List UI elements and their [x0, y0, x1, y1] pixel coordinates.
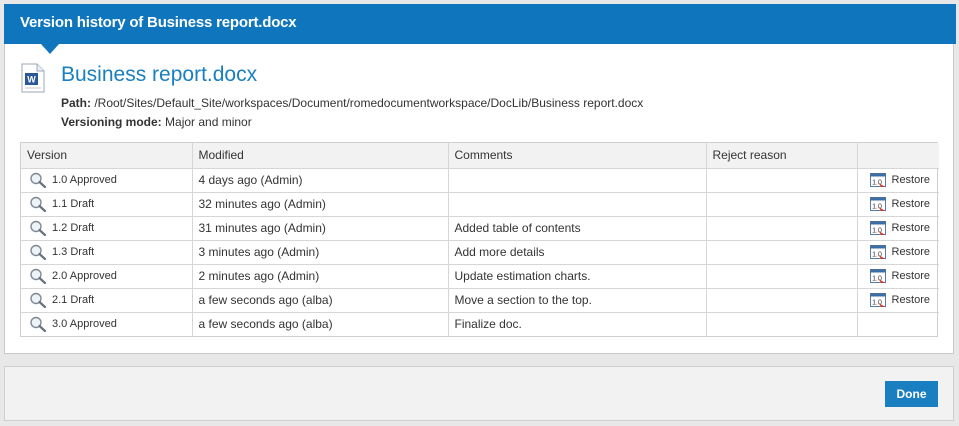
title-pointer	[41, 44, 59, 54]
comments-cell: Move a section to the top.	[448, 288, 707, 313]
restore-version-icon: 1.0	[869, 220, 886, 235]
version-history-dialog: Version history of Business report.docx …	[4, 4, 956, 354]
actions-cell: 1.0 Restore	[857, 192, 939, 217]
version-cell: 1.3 Draft	[21, 240, 193, 265]
restore-version-icon: 1.0	[869, 292, 886, 307]
reject-reason-cell	[706, 216, 858, 241]
restore-version-icon: 1.0	[869, 172, 886, 187]
version-cell: 3.0 Approved	[21, 312, 193, 336]
column-header-comments: Comments	[448, 143, 707, 169]
actions-cell: 1.0 Restore	[857, 240, 939, 265]
dialog-title: Version history of Business report.docx	[4, 4, 956, 44]
restore-button[interactable]: 1.0 Restore	[864, 172, 934, 188]
modified-cell: 2 minutes ago (Admin)	[192, 264, 449, 289]
table-row: 2.0 Approved 2 minutes ago (Admin) Update …	[21, 264, 939, 289]
restore-button[interactable]: 1.0 Restore	[864, 220, 934, 236]
table-row: 2.1 Draft a few seconds ago (alba) Move a …	[21, 288, 939, 313]
column-header-modified: Modified	[192, 143, 449, 169]
reject-reason-cell	[706, 312, 858, 336]
restore-button[interactable]: 1.0 Restore	[864, 196, 934, 212]
table-row: 1.0 Approved 4 days ago (Admin) 1.0 Restore	[21, 168, 939, 193]
restore-button[interactable]: 1.0 Restore	[864, 268, 934, 284]
reject-reason-cell	[706, 288, 858, 313]
magnifier-icon[interactable]	[29, 244, 47, 260]
version-table: Version Modified Comments Reject reason …	[20, 142, 939, 337]
document-path: Path: /Root/Sites/Default_Site/workspace…	[61, 96, 643, 110]
comments-cell	[448, 192, 707, 217]
table-row: 3.0 Approved a few seconds ago (alba) Fina…	[21, 312, 939, 336]
magnifier-icon[interactable]	[29, 316, 47, 333]
version-label: 1.0 Approved	[52, 174, 117, 186]
modified-cell: 3 minutes ago (Admin)	[192, 240, 449, 265]
dialog-footer: Done	[4, 366, 954, 421]
modified-cell: 31 minutes ago (Admin)	[192, 216, 449, 241]
table-row: 1.2 Draft 31 minutes ago (Admin) Added tab…	[21, 216, 939, 241]
word-document-icon: W	[21, 63, 45, 93]
magnifier-icon[interactable]	[29, 268, 47, 284]
magnifier-icon[interactable]	[29, 196, 47, 212]
restore-label: Restore	[891, 198, 931, 210]
comments-cell	[448, 168, 707, 193]
mode-label: Versioning mode:	[61, 115, 162, 129]
mode-value: Major and minor	[161, 115, 252, 129]
actions-cell: 1.0 Restore	[857, 288, 939, 313]
reject-reason-cell	[706, 168, 858, 193]
table-row: 1.3 Draft 3 minutes ago (Admin) Add more d…	[21, 240, 939, 265]
version-cell: 2.0 Approved	[21, 264, 193, 289]
magnifier-icon[interactable]	[29, 292, 47, 308]
version-label: 1.2 Draft	[52, 222, 95, 234]
column-header-actions	[857, 143, 939, 169]
restore-version-icon: 1.0	[869, 268, 886, 283]
restore-label: Restore	[891, 270, 931, 282]
modified-cell: a few seconds ago (alba)	[192, 312, 449, 336]
version-label: 2.0 Approved	[52, 270, 117, 282]
version-label: 1.3 Draft	[52, 246, 95, 258]
restore-version-icon: 1.0	[869, 196, 886, 211]
restore-label: Restore	[891, 246, 931, 258]
magnifier-icon[interactable]	[29, 172, 47, 188]
restore-button[interactable]: 1.0 Restore	[864, 292, 934, 308]
comments-cell: Update estimation charts.	[448, 264, 707, 289]
modified-cell: 4 days ago (Admin)	[192, 168, 449, 193]
reject-reason-cell	[706, 264, 858, 289]
reject-reason-cell	[706, 240, 858, 265]
modified-cell: 32 minutes ago (Admin)	[192, 192, 449, 217]
version-label: 3.0 Approved	[52, 318, 117, 331]
versioning-mode: Versioning mode: Major and minor	[61, 115, 252, 129]
actions-cell: 1.0 Restore	[857, 216, 939, 241]
path-value: /Root/Sites/Default_Site/workspaces/Docu…	[91, 96, 644, 110]
comments-cell: Add more details	[448, 240, 707, 265]
modified-cell: a few seconds ago (alba)	[192, 288, 449, 313]
version-label: 2.1 Draft	[52, 294, 95, 306]
column-header-reject-reason: Reject reason	[706, 143, 858, 169]
restore-label: Restore	[891, 222, 931, 234]
version-cell: 1.1 Draft	[21, 192, 193, 217]
reject-reason-cell	[706, 192, 858, 217]
version-label: 1.1 Draft	[52, 198, 95, 210]
actions-cell	[857, 312, 939, 336]
comments-cell: Added table of contents	[448, 216, 707, 241]
table-header-row: Version Modified Comments Reject reason	[21, 143, 939, 169]
done-button[interactable]: Done	[885, 381, 938, 407]
svg-text:W: W	[27, 75, 36, 85]
restore-button[interactable]: 1.0 Restore	[864, 244, 934, 260]
document-name: Business report.docx	[61, 63, 258, 86]
restore-version-icon: 1.0	[869, 244, 886, 259]
version-cell: 1.0 Approved	[21, 168, 193, 193]
column-header-version: Version	[21, 143, 193, 169]
restore-label: Restore	[891, 294, 931, 306]
version-cell: 1.2 Draft	[21, 216, 193, 241]
table-row: 1.1 Draft 32 minutes ago (Admin) 1.0 Restor…	[21, 192, 939, 217]
path-label: Path:	[61, 96, 91, 110]
version-cell: 2.1 Draft	[21, 288, 193, 313]
restore-label: Restore	[891, 174, 931, 186]
magnifier-icon[interactable]	[29, 220, 47, 236]
comments-cell: Finalize doc.	[448, 312, 707, 336]
actions-cell: 1.0 Restore	[857, 168, 939, 193]
actions-cell: 1.0 Restore	[857, 264, 939, 289]
